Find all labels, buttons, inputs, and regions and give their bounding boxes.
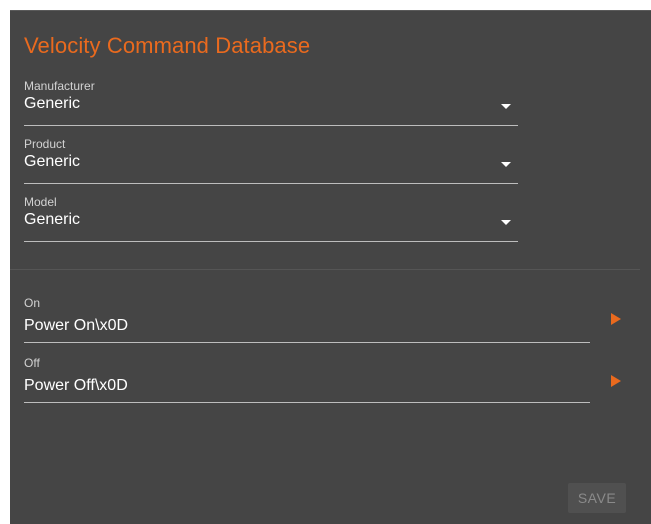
- section-divider: [10, 269, 640, 270]
- caret-down-icon[interactable]: [501, 104, 511, 109]
- manufacturer-select[interactable]: Manufacturer Generic: [24, 79, 518, 126]
- model-label: Model: [24, 195, 57, 209]
- play-icon: [611, 313, 621, 325]
- on-command-label: On: [24, 296, 41, 310]
- save-button[interactable]: SAVE: [568, 483, 626, 513]
- manufacturer-value: Generic: [24, 95, 81, 112]
- on-command-field[interactable]: On Power On\x0D: [24, 296, 590, 343]
- play-icon: [611, 375, 621, 387]
- caret-down-icon[interactable]: [501, 220, 511, 225]
- manufacturer-label: Manufacturer: [24, 79, 95, 93]
- off-command-field[interactable]: Off Power Off\x0D: [24, 356, 590, 403]
- send-off-command-button[interactable]: [606, 371, 626, 391]
- caret-down-icon[interactable]: [501, 162, 511, 167]
- off-command-label: Off: [24, 356, 40, 370]
- on-command-value[interactable]: Power On\x0D: [24, 317, 128, 335]
- dialog-title: Velocity Command Database: [24, 33, 311, 58]
- model-value: Generic: [24, 211, 81, 228]
- product-select[interactable]: Product Generic: [24, 137, 518, 184]
- command-database-dialog: Velocity Command Database Manufacturer G…: [10, 10, 651, 524]
- product-label: Product: [24, 137, 66, 151]
- product-value: Generic: [24, 153, 81, 170]
- model-select[interactable]: Model Generic: [24, 195, 518, 242]
- off-command-value[interactable]: Power Off\x0D: [24, 377, 128, 395]
- send-on-command-button[interactable]: [606, 309, 626, 329]
